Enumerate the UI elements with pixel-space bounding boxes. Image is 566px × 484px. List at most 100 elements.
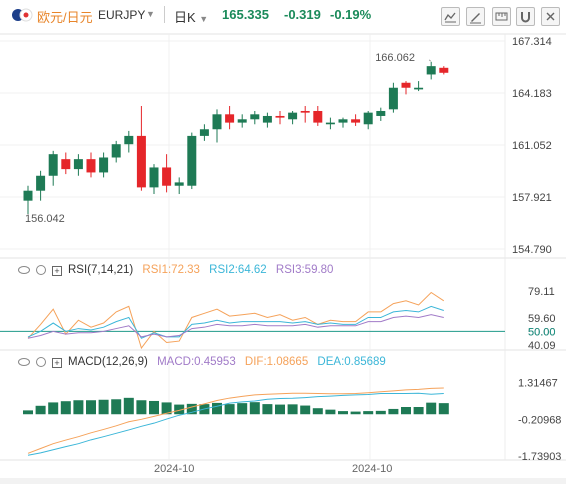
candle <box>124 130 134 153</box>
candle-body <box>363 112 373 125</box>
candle-body <box>376 110 386 116</box>
macd-bar <box>212 402 222 415</box>
macd-tick-label: -1.73903 <box>518 451 561 463</box>
candle <box>250 110 260 125</box>
visibility-icon[interactable] <box>18 266 30 274</box>
candle-body <box>187 135 197 186</box>
candle-body <box>388 87 398 110</box>
candle-body <box>262 115 272 123</box>
candle <box>237 114 247 128</box>
macd-bar <box>224 404 235 415</box>
candle-body <box>313 110 323 123</box>
dif-label: DIF:1.08665 <box>244 356 309 368</box>
chart-canvas[interactable]: 167.314 164.183 161.052 157.921 154.790 166.0… <box>0 0 566 484</box>
candle-body <box>136 135 146 188</box>
macd-bar <box>237 403 248 415</box>
candle-body <box>149 167 159 188</box>
candle <box>300 106 310 123</box>
gear-icon[interactable] <box>36 265 46 275</box>
candle-body <box>99 157 109 173</box>
macd-bar <box>275 404 285 415</box>
macd-bar <box>86 400 96 415</box>
candle <box>136 106 146 191</box>
dif-line <box>27 387 444 454</box>
visibility-icon[interactable] <box>18 358 30 366</box>
x-axis-label: 2024-10 <box>352 463 392 475</box>
candle <box>61 152 71 175</box>
candle <box>86 152 96 178</box>
macd-bar <box>35 405 46 415</box>
gear-icon[interactable] <box>36 357 46 367</box>
candle-body <box>212 114 222 130</box>
candle <box>338 117 348 128</box>
expand-icon[interactable]: + <box>52 266 62 276</box>
candle-body <box>48 154 58 176</box>
candle <box>275 110 285 125</box>
candle-body <box>86 159 96 173</box>
macd-bar <box>60 401 71 415</box>
macd-bar <box>287 404 298 415</box>
rsi1-label: RSI1:72.33 <box>142 264 200 276</box>
candle <box>162 154 172 193</box>
candle <box>376 107 386 121</box>
macd-header: + MACD(12,26,9) MACD:0.45953 DIF:1.08665 … <box>18 356 392 368</box>
macd-bar <box>413 407 424 415</box>
candle-body <box>426 66 436 75</box>
macd-bar <box>149 400 159 415</box>
candle-body <box>61 159 71 170</box>
candle-body <box>300 110 310 113</box>
candle-body <box>162 167 172 186</box>
candle-body <box>73 159 83 170</box>
macd-bar <box>388 408 399 415</box>
candle <box>262 112 272 128</box>
dea-label: DEA:0.85689 <box>317 356 386 368</box>
macd-bar <box>48 402 59 415</box>
candle-body <box>199 129 209 136</box>
candle-body <box>174 182 184 186</box>
macd-bar <box>350 411 361 415</box>
candle <box>225 106 235 130</box>
candle <box>388 82 398 113</box>
candle <box>36 170 46 201</box>
candle <box>48 150 58 186</box>
candle <box>73 154 83 176</box>
macd-bar <box>312 408 323 415</box>
candle-body <box>237 119 247 123</box>
macd-title: MACD(12,26,9) <box>68 356 148 368</box>
macd-bar <box>23 410 33 415</box>
macd-bar <box>363 411 374 415</box>
candle <box>414 81 424 92</box>
rsi-50-label: 50.00 <box>528 326 556 338</box>
macd-label: MACD:0.45953 <box>157 356 236 368</box>
macd-bar <box>426 402 437 415</box>
price-tick-label: 161.052 <box>512 140 552 152</box>
candle-body <box>414 87 424 90</box>
candle <box>325 117 335 130</box>
macd-bar <box>111 399 122 415</box>
candle-body <box>36 175 46 191</box>
candle-body <box>288 112 298 120</box>
expand-icon[interactable]: + <box>52 358 62 368</box>
candle-body <box>325 122 335 125</box>
candle <box>111 140 121 163</box>
candle <box>363 110 373 130</box>
candle <box>174 177 184 195</box>
macd-bar <box>136 400 147 415</box>
macd-bar <box>249 402 260 415</box>
rsi-header: + RSI(7,14,21) RSI1:72.33 RSI2:64.62 RSI3… <box>18 264 339 276</box>
timeline-scrollbar <box>0 478 566 484</box>
macd-bar <box>262 404 273 415</box>
rsi-title: RSI(7,14,21) <box>68 264 134 276</box>
high-annotation: 166.062 <box>375 52 415 64</box>
candle <box>149 164 159 195</box>
rsi-tick-label: 79.11 <box>528 286 555 298</box>
candle-body <box>250 114 260 120</box>
low-annotation: 156.042 <box>25 213 65 225</box>
macd-bar <box>73 400 84 415</box>
candle <box>426 61 436 80</box>
candle <box>439 66 449 75</box>
rsi3-label: RSI3:59.80 <box>275 264 334 276</box>
macd-bar <box>300 405 311 415</box>
rsi-line-rsi1 <box>27 291 445 350</box>
rsi-tick-label: 59.60 <box>528 313 556 325</box>
